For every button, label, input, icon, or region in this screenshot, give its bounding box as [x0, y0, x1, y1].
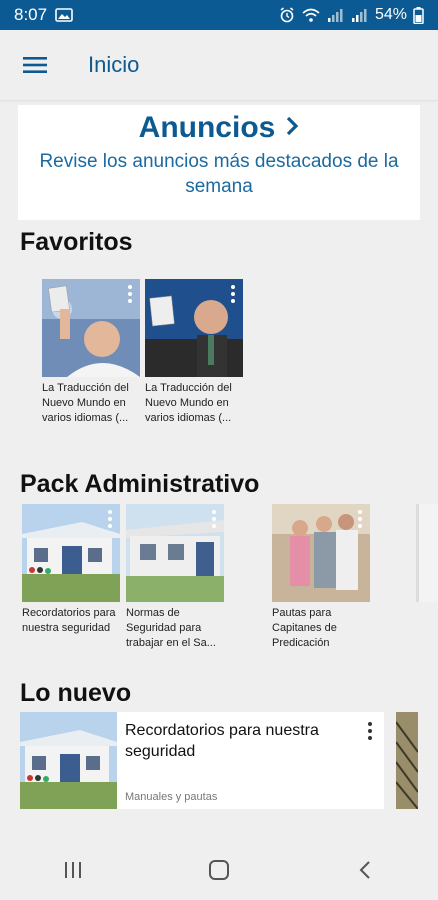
status-time: 8:07 [14, 5, 48, 24]
announcements-title: Anuncios [139, 111, 300, 145]
favorite-thumbnail [145, 279, 243, 377]
pack-item[interactable]: Recordatorios para nuestra seguridad [22, 504, 120, 636]
more-icon[interactable] [108, 510, 114, 528]
pack-item-partial[interactable] [416, 504, 438, 602]
chevron-right-icon [285, 111, 299, 145]
back-icon[interactable] [335, 845, 395, 895]
more-icon[interactable] [358, 510, 364, 528]
announcements-card[interactable]: Anuncios Revise los anuncios más destaca… [18, 105, 420, 220]
favorite-item[interactable]: La Traducción del Nuevo Mundo en varios … [145, 279, 243, 426]
announcements-title-label: Anuncios [138, 111, 276, 144]
system-nav-bar [0, 840, 438, 900]
announcements-subtitle: Revise los anuncios más destacados de la… [39, 151, 399, 197]
status-bar: 8:07 54% [0, 0, 438, 30]
home-icon[interactable] [189, 845, 249, 895]
more-icon[interactable] [212, 510, 218, 528]
new-item-category: Manuales y pautas [125, 791, 218, 803]
gallery-notification-icon [55, 8, 73, 22]
more-icon[interactable] [368, 722, 372, 740]
more-icon[interactable] [128, 285, 134, 303]
nuevo-heading: Lo nuevo [20, 679, 132, 707]
more-icon[interactable] [231, 285, 237, 303]
favoritos-heading: Favoritos [20, 228, 133, 256]
signal-2-icon [351, 8, 369, 22]
new-item-card[interactable]: Recordatorios para nuestra seguridad Man… [20, 712, 384, 809]
pack-thumbnail [272, 504, 370, 602]
pack-caption: Normas de Seguridad para trabajar en el … [126, 607, 216, 649]
new-item-thumbnail [20, 712, 117, 809]
new-item-text: Recordatorios para nuestra seguridad Man… [117, 712, 384, 809]
recents-icon[interactable] [43, 845, 103, 895]
pack-item[interactable]: Normas de Seguridad para trabajar en el … [126, 504, 224, 651]
signal-icon [327, 8, 345, 22]
wifi-icon [301, 7, 321, 23]
pack-caption: Pautas para Capitanes de Predicación [272, 607, 337, 649]
menu-icon[interactable] [0, 30, 70, 100]
favorite-caption: La Traducción del Nuevo Mundo en varios … [42, 382, 129, 424]
battery-percent: 54% [374, 6, 407, 23]
pack-heading: Pack Administrativo [20, 470, 260, 498]
app-bar: Inicio [0, 30, 438, 100]
new-item-partial[interactable] [396, 712, 418, 809]
battery-icon [413, 6, 424, 24]
alarm-icon [279, 7, 295, 23]
favorite-item[interactable]: La Traducción del Nuevo Mundo en varios … [42, 279, 140, 426]
new-item-title: Recordatorios para nuestra seguridad [125, 722, 319, 760]
favorite-thumbnail [42, 279, 140, 377]
favorite-caption: La Traducción del Nuevo Mundo en varios … [145, 382, 232, 424]
pack-item[interactable]: Pautas para Capitanes de Predicación [272, 504, 370, 651]
pack-caption: Recordatorios para nuestra seguridad [22, 607, 116, 634]
pack-thumbnail [22, 504, 120, 602]
pack-thumbnail [126, 504, 224, 602]
page-title: Inicio [88, 52, 140, 77]
